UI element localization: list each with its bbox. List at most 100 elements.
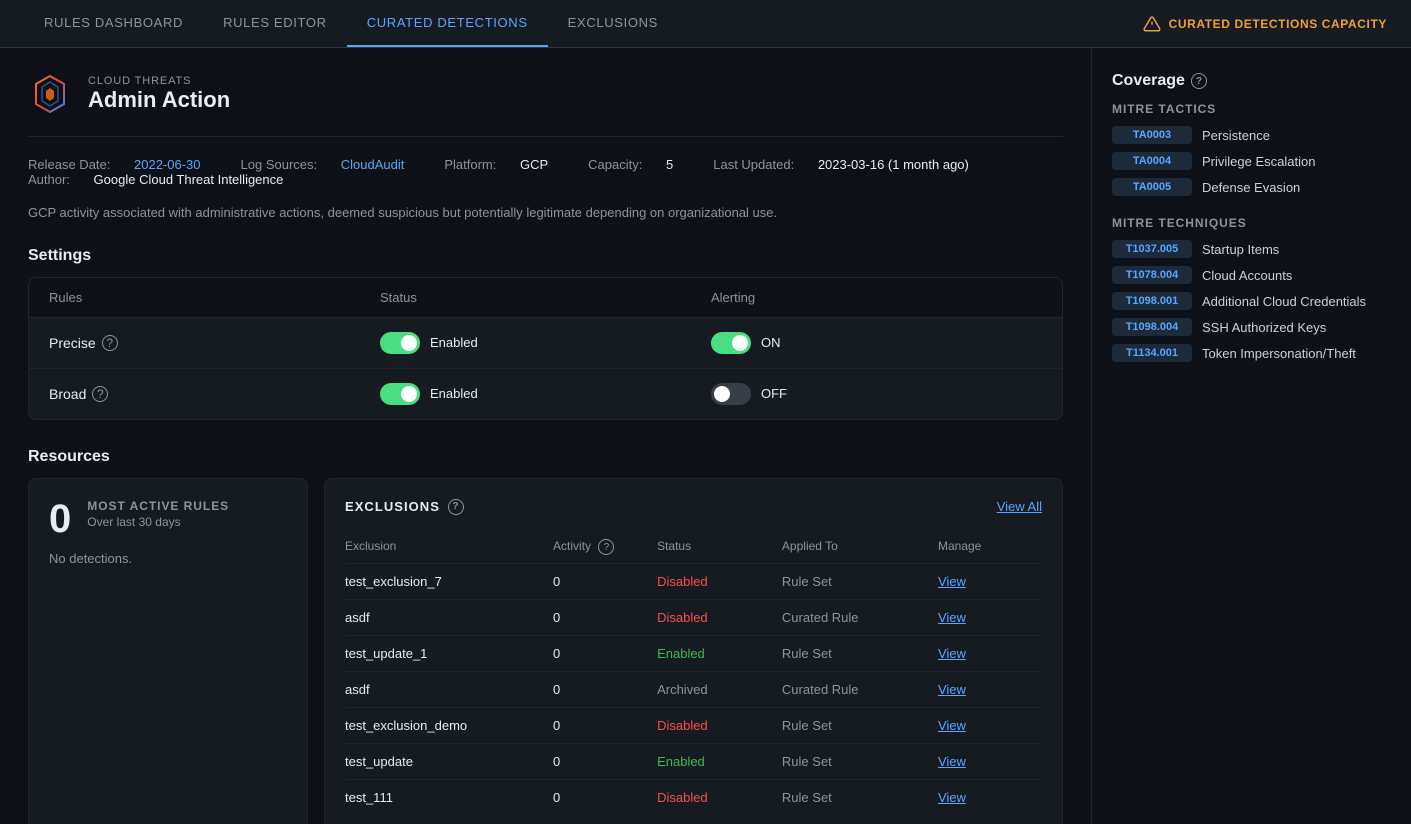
- exclusion-activity: 0: [553, 574, 657, 589]
- mitre-tactic-label: Defense Evasion: [1202, 180, 1300, 195]
- broad-status-label: Enabled: [430, 386, 478, 401]
- broad-status-toggle[interactable]: [380, 383, 420, 405]
- description: GCP activity associated with administrat…: [28, 203, 1063, 223]
- tab-rules-dashboard[interactable]: RULES DASHBOARD: [24, 0, 203, 47]
- mitre-techniques-title: MITRE Techniques: [1112, 216, 1391, 230]
- no-detections: No detections.: [49, 551, 287, 566]
- mitre-tactics: TA0003 Persistence TA0004 Privilege Esca…: [1112, 126, 1391, 196]
- exclusion-activity: 0: [553, 754, 657, 769]
- table-row: asdf 0 Disabled Curated Rule View: [345, 600, 1042, 636]
- exclusion-applied-to: Rule Set: [782, 754, 938, 769]
- activity-help-icon[interactable]: ?: [598, 539, 614, 555]
- mitre-technique-tag[interactable]: T1078.004: [1112, 266, 1192, 284]
- exclusion-view-link[interactable]: View: [938, 718, 1042, 733]
- table-row: test_exclusion_demo 0 Disabled Rule Set …: [345, 708, 1042, 744]
- exclusion-name: test_111: [345, 790, 553, 805]
- table-row: test_exclusion_7 0 Disabled Rule Set Vie…: [345, 564, 1042, 600]
- col-alerting: Alerting: [711, 290, 1042, 305]
- nav-tabs: RULES DASHBOARD RULES EDITOR CURATED DET…: [24, 0, 678, 47]
- capacity-value: 5: [666, 157, 673, 172]
- resources-title: Resources: [28, 448, 1063, 466]
- settings-header: Rules Status Alerting: [29, 278, 1062, 318]
- mitre-tactics-title: MITRE Tactics: [1112, 102, 1391, 116]
- broad-alert-group: OFF: [711, 383, 1042, 405]
- mitre-technique-item: T1037.005 Startup Items: [1112, 240, 1391, 258]
- precise-status-label: Enabled: [430, 335, 478, 350]
- meta-info: Release Date: 2022-06-30 Log Sources: Cl…: [28, 157, 1063, 187]
- mitre-techniques: T1037.005 Startup Items T1078.004 Cloud …: [1112, 240, 1391, 362]
- mitre-technique-item: T1098.001 Additional Cloud Credentials: [1112, 292, 1391, 310]
- page-title: Admin Action: [88, 87, 230, 113]
- mitre-tactic-tag[interactable]: TA0003: [1112, 126, 1192, 144]
- exclusion-activity: 0: [553, 790, 657, 805]
- mitre-tactic-label: Persistence: [1202, 128, 1270, 143]
- exclusion-name: asdf: [345, 682, 553, 697]
- exclusions-rows: test_exclusion_7 0 Disabled Rule Set Vie…: [345, 564, 1042, 815]
- exclusion-applied-to: Curated Rule: [782, 610, 938, 625]
- most-active-count: 0: [49, 499, 71, 539]
- author-value: Google Cloud Threat Intelligence: [94, 172, 284, 187]
- release-date-label: Release Date: 2022-06-30: [28, 157, 221, 172]
- exclusion-status: Disabled: [657, 610, 782, 625]
- exclusion-view-link[interactable]: View: [938, 646, 1042, 661]
- exclusion-view-link[interactable]: View: [938, 610, 1042, 625]
- mitre-technique-tag[interactable]: T1037.005: [1112, 240, 1192, 258]
- exclusion-name: test_update: [345, 754, 553, 769]
- mitre-tactic-tag[interactable]: TA0004: [1112, 152, 1192, 170]
- view-all-link[interactable]: View All: [997, 499, 1042, 514]
- capacity-label: Capacity: 5: [588, 157, 693, 172]
- mitre-technique-tag[interactable]: T1098.001: [1112, 292, 1192, 310]
- platform-value: GCP: [520, 157, 548, 172]
- exclusion-view-link[interactable]: View: [938, 574, 1042, 589]
- mitre-technique-label: Startup Items: [1202, 242, 1279, 257]
- mitre-tactic-item: TA0005 Defense Evasion: [1112, 178, 1391, 196]
- precise-status-toggle[interactable]: [380, 332, 420, 354]
- precise-alert-label: ON: [761, 335, 781, 350]
- mitre-technique-label: Token Impersonation/Theft: [1202, 346, 1356, 361]
- exclusion-applied-to: Rule Set: [782, 718, 938, 733]
- mitre-technique-tag[interactable]: T1098.004: [1112, 318, 1192, 336]
- mitre-technique-label: Cloud Accounts: [1202, 268, 1292, 283]
- exclusion-view-link[interactable]: View: [938, 682, 1042, 697]
- exclusion-status: Disabled: [657, 718, 782, 733]
- tab-curated-detections[interactable]: CURATED DETECTIONS: [347, 0, 548, 47]
- tab-exclusions[interactable]: EXCLUSIONS: [548, 0, 678, 47]
- most-active-subtitle: Over last 30 days: [87, 515, 229, 529]
- mitre-tactic-tag[interactable]: TA0005: [1112, 178, 1192, 196]
- settings-table: Rules Status Alerting Precise ? Enabled: [28, 277, 1063, 420]
- author-label: Author: Google Cloud Threat Intelligence: [28, 172, 303, 187]
- precise-help-icon[interactable]: ?: [102, 335, 118, 351]
- mitre-technique-item: T1134.001 Token Impersonation/Theft: [1112, 344, 1391, 362]
- right-panel: Coverage ? MITRE Tactics TA0003 Persiste…: [1091, 48, 1411, 824]
- page-header: CLOUD THREATS Admin Action: [28, 72, 1063, 137]
- exclusion-activity: 0: [553, 718, 657, 733]
- platform-label: Platform: GCP: [444, 157, 568, 172]
- capacity-warning[interactable]: CURATED DETECTIONS CAPACITY: [1143, 15, 1387, 33]
- exclusion-view-link[interactable]: View: [938, 754, 1042, 769]
- settings-row-broad: Broad ? Enabled OFF: [29, 369, 1062, 419]
- exclusion-activity: 0: [553, 646, 657, 661]
- table-row: asdf 0 Archived Curated Rule View: [345, 672, 1042, 708]
- precise-status-group: Enabled: [380, 332, 711, 354]
- mitre-tactic-item: TA0004 Privilege Escalation: [1112, 152, 1391, 170]
- most-active-card: 0 MOST ACTIVE RULES Over last 30 days No…: [28, 478, 308, 824]
- rule-name-broad: Broad ?: [49, 386, 380, 402]
- exclusion-name: asdf: [345, 610, 553, 625]
- exclusion-view-link[interactable]: View: [938, 790, 1042, 805]
- tab-rules-editor[interactable]: RULES EDITOR: [203, 0, 347, 47]
- broad-help-icon[interactable]: ?: [92, 386, 108, 402]
- precise-alert-toggle[interactable]: [711, 332, 751, 354]
- broad-alert-toggle[interactable]: [711, 383, 751, 405]
- mitre-technique-tag[interactable]: T1134.001: [1112, 344, 1192, 362]
- exclusion-name: test_exclusion_7: [345, 574, 553, 589]
- last-updated-label: Last Updated: 2023-03-16 (1 month ago): [713, 157, 989, 172]
- category-label: CLOUD THREATS: [88, 75, 230, 87]
- exclusion-status: Disabled: [657, 790, 782, 805]
- mitre-technique-item: T1078.004 Cloud Accounts: [1112, 266, 1391, 284]
- exclusions-help-icon[interactable]: ?: [448, 499, 464, 515]
- most-active-title: MOST ACTIVE RULES: [87, 499, 229, 513]
- exclusion-activity: 0: [553, 682, 657, 697]
- resources-section: Resources 0 MOST ACTIVE RULES Over last …: [28, 448, 1063, 824]
- mitre-tactic-label: Privilege Escalation: [1202, 154, 1315, 169]
- coverage-help-icon[interactable]: ?: [1191, 73, 1207, 89]
